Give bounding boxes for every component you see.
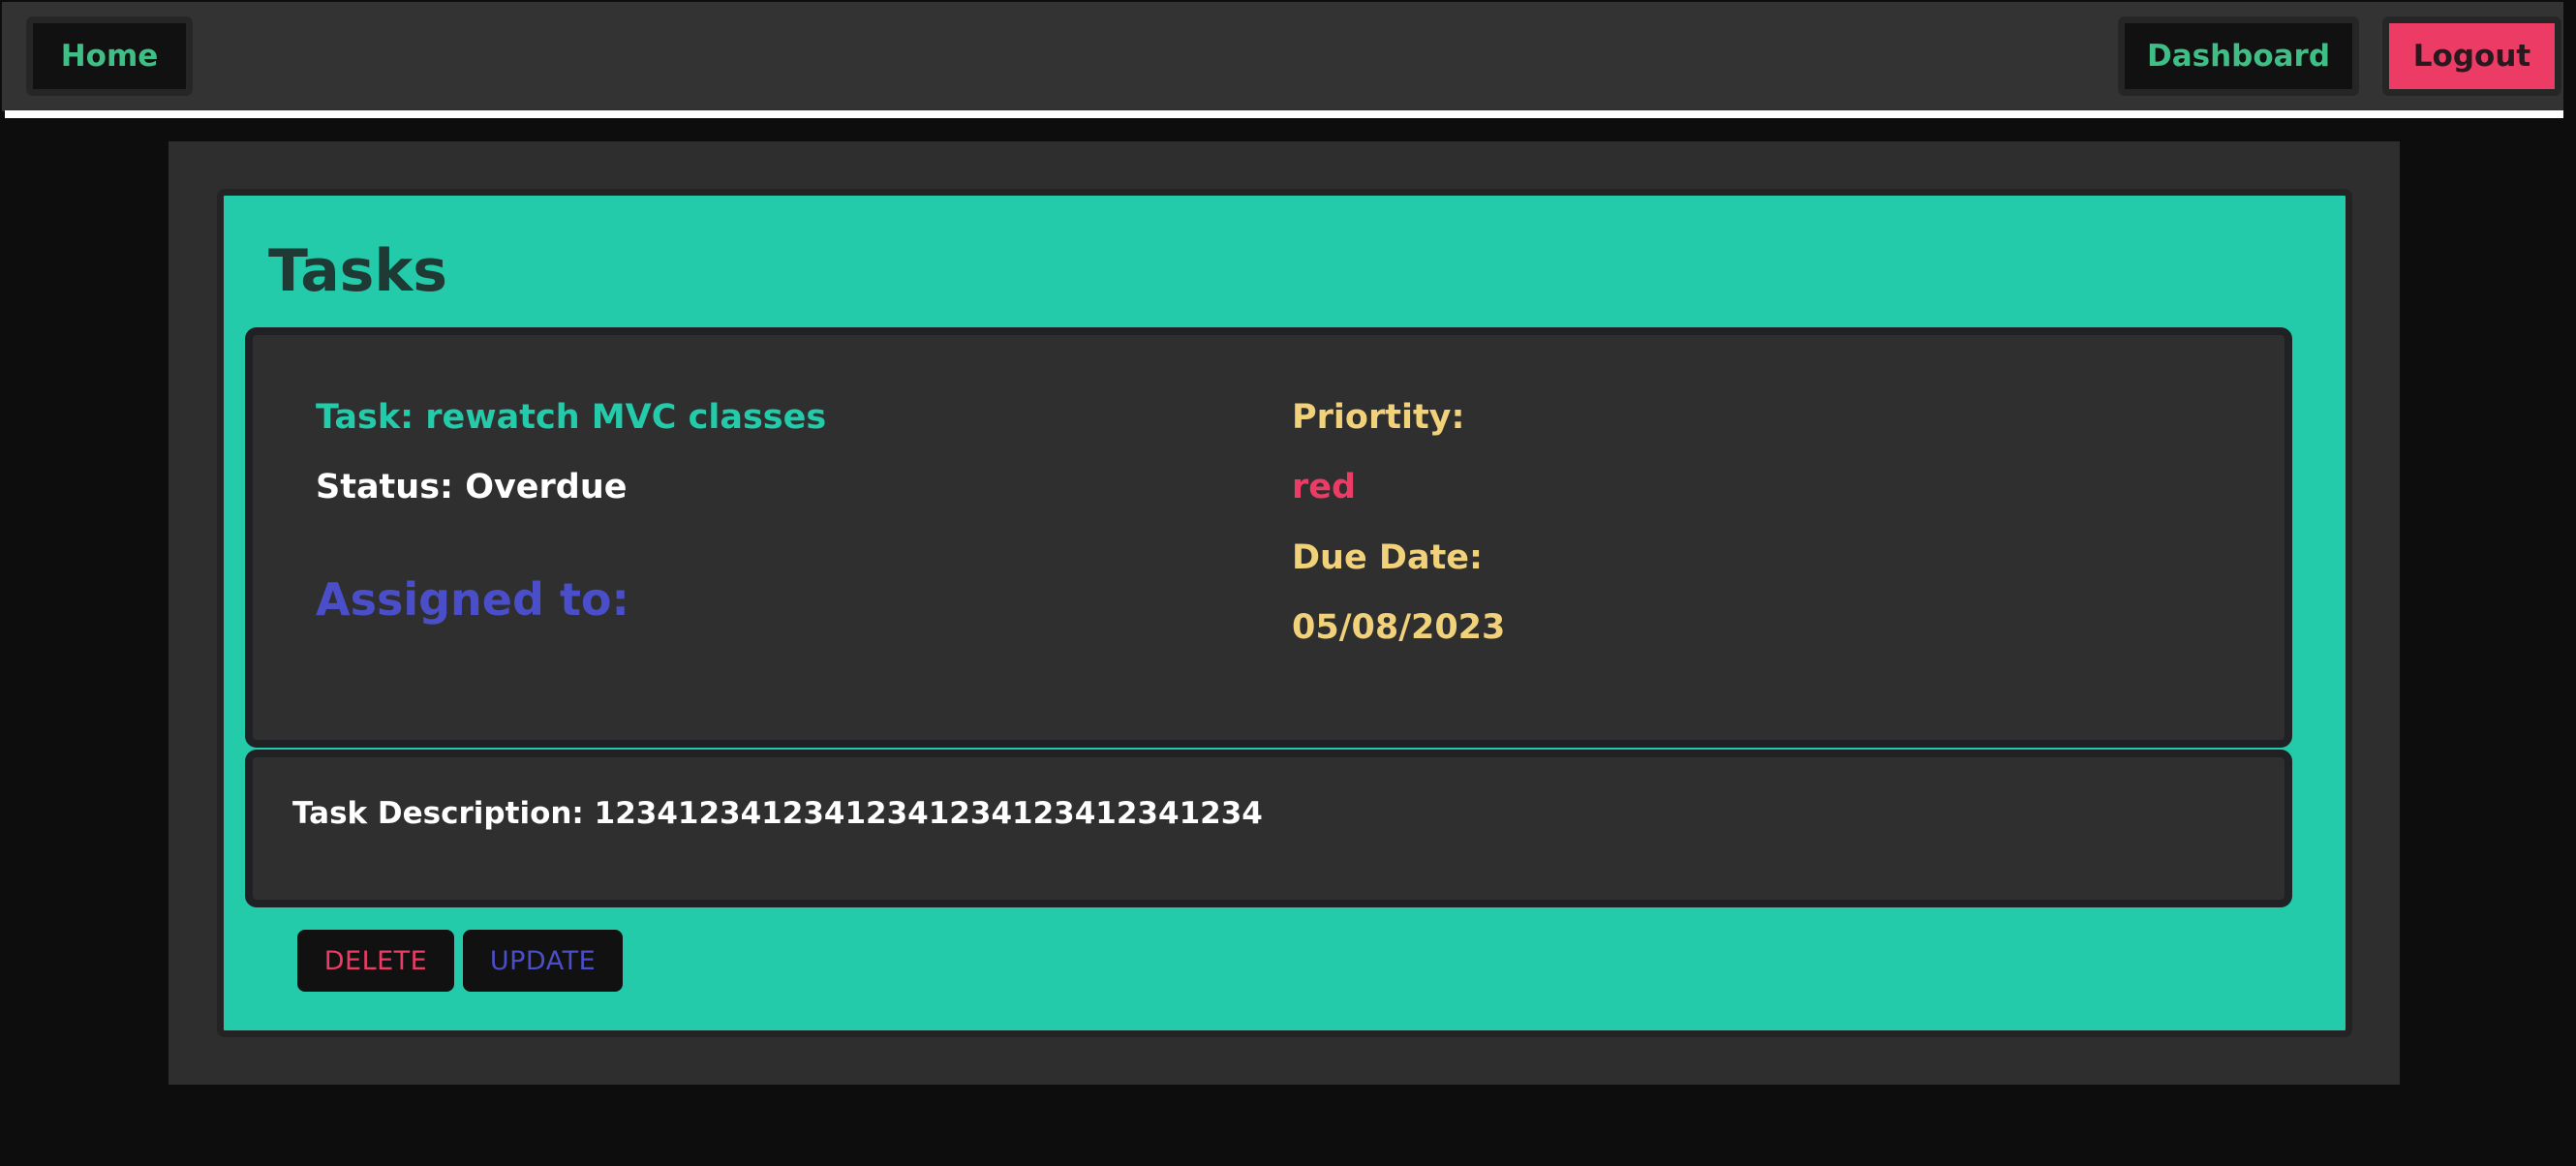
due-date-label: Due Date: [1292,538,1484,577]
priority-label: Priortity: [1292,398,1465,437]
page-title: Tasks [268,237,448,305]
logout-button[interactable]: Logout [2382,16,2561,96]
delete-button[interactable]: DELETE [297,930,454,992]
priority-value: red [1292,468,1357,506]
task-info-card [245,327,2292,748]
due-date-value: 05/08/2023 [1292,608,1506,647]
home-button[interactable]: Home [26,16,193,96]
assigned-to-label: Assigned to: [316,573,629,626]
update-button[interactable]: UPDATE [463,930,623,992]
navbar-divider [5,110,2563,118]
task-status: Status: Overdue [316,468,628,506]
task-description: Task Description: 1234123412341234123412… [292,796,1263,831]
app-root: Home Dashboard Logout Tasks Task: rewatc… [0,0,2576,1166]
task-name: Task: rewatch MVC classes [316,398,827,437]
dashboard-button[interactable]: Dashboard [2118,16,2359,96]
